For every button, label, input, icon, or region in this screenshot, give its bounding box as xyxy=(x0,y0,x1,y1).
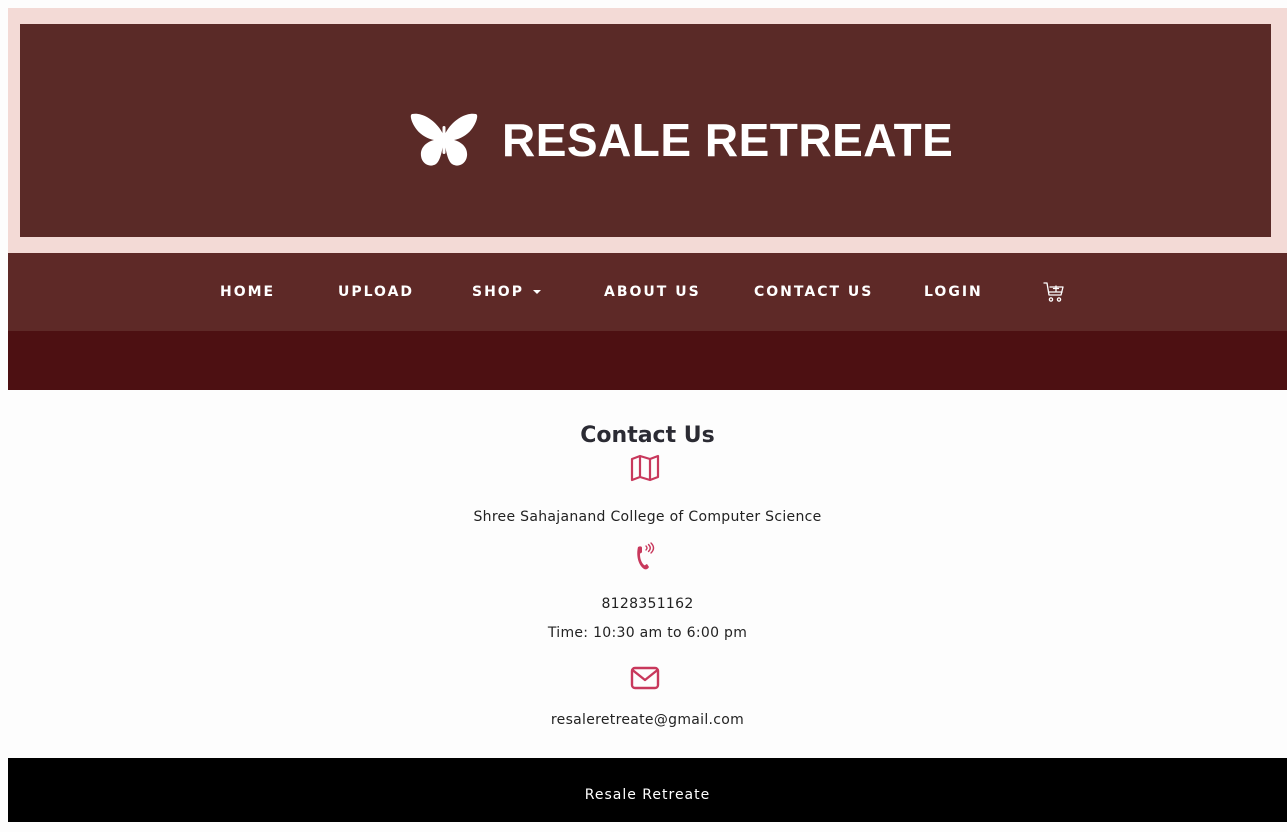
mail-icon xyxy=(630,666,660,690)
brand-logo[interactable]: RESALE RETREATE xyxy=(410,110,953,170)
footer-text: Resale Retreate xyxy=(584,787,711,803)
accent-strip xyxy=(8,331,1287,390)
caret-down-icon xyxy=(532,290,541,294)
nav-upload[interactable]: UPLOAD xyxy=(338,253,414,331)
map-icon xyxy=(630,454,660,482)
nav-login[interactable]: LOGIN xyxy=(924,253,983,331)
header-banner-frame: RESALE RETREATE xyxy=(8,8,1287,253)
contact-address: Shree Sahajanand College of Computer Sci… xyxy=(473,509,822,525)
page: RESALE RETREATE HOME UPLOAD SHOP ABOUT U… xyxy=(8,8,1287,822)
nav-home[interactable]: HOME xyxy=(220,253,275,331)
phone-icon xyxy=(637,542,655,570)
contact-email[interactable]: resaleretreate@gmail.com xyxy=(8,712,1287,728)
butterfly-icon xyxy=(410,113,478,166)
contact-title: Contact Us xyxy=(580,423,715,448)
footer: Resale Retreate xyxy=(8,758,1287,822)
cart-icon[interactable] xyxy=(1042,280,1066,304)
contact-section: Contact Us Shree Sahajanand College of C… xyxy=(8,390,1287,758)
nav-shop-dropdown[interactable]: SHOP xyxy=(472,253,541,331)
nav-about-us[interactable]: ABOUT US xyxy=(604,253,701,331)
contact-hours: Time: 10:30 am to 6:00 pm xyxy=(547,625,748,641)
brand-name: RESALE RETREATE xyxy=(502,114,954,166)
nav-shop-label: SHOP xyxy=(472,284,524,300)
main-navbar: HOME UPLOAD SHOP ABOUT US CONTACT US LOG… xyxy=(8,253,1287,331)
nav-contact-us[interactable]: CONTACT US xyxy=(754,253,873,331)
header-banner: RESALE RETREATE xyxy=(20,24,1271,237)
contact-phone[interactable]: 8128351162 xyxy=(8,596,1287,612)
